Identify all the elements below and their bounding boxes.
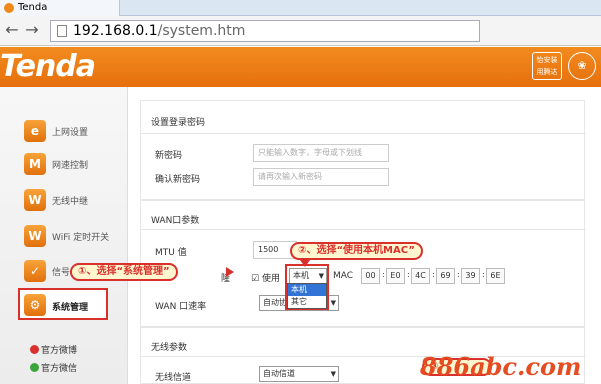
step2-callout: ②、选择“使用本机MAC” [290, 242, 424, 260]
url-path: /system.htm [157, 23, 246, 39]
wan-speed-label: WAN 口速率 [155, 302, 207, 312]
forward-arrow-icon[interactable]: → [24, 22, 40, 38]
channel-label: 无线信道 [155, 373, 192, 383]
wechat-link[interactable]: 官方微信 [30, 361, 77, 374]
url-input[interactable]: 192.168.0.1/system.htm [50, 20, 480, 42]
chevron-down-icon: ▼ [330, 370, 336, 378]
url-host: 192.168.0.1 [73, 23, 158, 39]
wifi-timer-icon: W [24, 225, 46, 247]
channel-value: 自动信道 [263, 369, 295, 378]
mtu-label: MTU 值 [155, 248, 187, 258]
tenda-header: Tenda 怡安装 用腾达 ❀ [0, 47, 601, 87]
sidebar-item-internet[interactable]: e 上网设置 [20, 117, 124, 145]
badge-line2: 用腾达 [536, 68, 558, 76]
sidebar: e 上网设置 M 网速控制 W 无线中继 W WiFi 定时开关 ✓ 信号 ⚙ … [0, 87, 128, 384]
chevron-down-icon: ▼ [330, 299, 336, 307]
mac-octet-4[interactable]: 69 [436, 268, 455, 284]
mac-source-dropdown[interactable]: 本机 其它 [287, 283, 327, 309]
mac-octet-6[interactable]: 6E [486, 268, 505, 284]
dropdown-option[interactable]: 本机 [288, 284, 326, 296]
sidebar-item-wifi-timer[interactable]: W WiFi 定时开关 [20, 222, 124, 250]
divider [141, 229, 586, 230]
sidebar-item-label: 信号 [52, 268, 71, 278]
arrow-down-icon [300, 260, 310, 267]
weibo-icon [30, 345, 39, 354]
speed-control-icon: M [24, 153, 46, 175]
mac-label: MAC [333, 271, 354, 281]
brand-circle-icon: ❀ [568, 52, 596, 80]
weibo-link[interactable]: 官方微博 [30, 343, 77, 356]
mac-address-fields: 00 : E0 : 4C : 69 : 39 : 6E [361, 268, 505, 284]
wan-section: WAN口参数 MTU 值 1500 隆 ☑ 使用 本机 ▼ MAC 00 : E… [140, 200, 586, 327]
sidebar-item-label: 网速控制 [52, 161, 89, 171]
new-password-input[interactable]: 只能输入数字，字母或下划线 [253, 144, 389, 162]
wechat-label: 官方微信 [41, 364, 78, 374]
browser-tab-bar: Tenda [0, 0, 601, 16]
address-bar: ← → 192.168.0.1/system.htm [0, 16, 601, 46]
tab-title: Tenda [18, 2, 48, 13]
step1-callout: ①、选择“系统管理” [70, 263, 178, 281]
mac-octet-3[interactable]: 4C [411, 268, 430, 284]
channel-select[interactable]: 自动信道 ▼ [259, 366, 339, 382]
wechat-icon [30, 363, 39, 372]
checkbox-checked-icon[interactable]: ☑ [251, 274, 259, 284]
arrow-right-icon [226, 267, 234, 277]
weibo-label: 官方微博 [41, 346, 78, 356]
sidebar-item-label: 无线中继 [52, 197, 89, 207]
install-badge: 怡安装 用腾达 [532, 52, 562, 80]
internet-icon: e [24, 120, 46, 142]
login-password-section: 设置登录密码 新密码 只能输入数字，字母或下划线 确认新密码 请再次输入新密码 [140, 100, 586, 200]
watermark: 886abc.com [420, 352, 582, 381]
mac-octet-1[interactable]: 00 [361, 268, 380, 284]
tenda-logo: Tenda [0, 49, 96, 84]
sidebar-item-label: 系统管理 [52, 303, 89, 313]
gear-icon: ⚙ [24, 294, 46, 316]
section-title: 无线参数 [151, 343, 188, 353]
sidebar-item-label: 上网设置 [52, 128, 89, 138]
dropdown-option[interactable]: 其它 [288, 296, 326, 308]
confirm-password-label: 确认新密码 [155, 175, 201, 185]
sidebar-item-label: WiFi 定时开关 [52, 233, 110, 243]
section-title: 设置登录密码 [151, 118, 206, 128]
use-checkbox-label: 使用 [261, 274, 280, 284]
back-arrow-icon[interactable]: ← [4, 22, 20, 38]
tenda-favicon-icon [4, 3, 14, 13]
sidebar-item-speed-control[interactable]: M 网速控制 [20, 150, 124, 178]
use-checkbox-wrap[interactable]: ☑ 使用 [251, 271, 280, 284]
new-password-label: 新密码 [155, 151, 183, 161]
browser-tab[interactable]: Tenda [0, 0, 120, 16]
section-title: WAN口参数 [151, 216, 200, 226]
page-icon [57, 25, 67, 37]
divider [141, 133, 586, 134]
sidebar-item-wireless-repeater[interactable]: W 无线中继 [20, 186, 124, 214]
wireless-repeater-icon: W [24, 189, 46, 211]
mac-octet-2[interactable]: E0 [386, 268, 405, 284]
badge-line1: 怡安装 [536, 56, 558, 64]
sidebar-item-system-management[interactable]: ⚙ 系统管理 [18, 288, 108, 320]
confirm-password-input[interactable]: 请再次输入新密码 [253, 168, 389, 186]
signal-icon: ✓ [24, 260, 46, 282]
mac-octet-5[interactable]: 39 [461, 268, 480, 284]
